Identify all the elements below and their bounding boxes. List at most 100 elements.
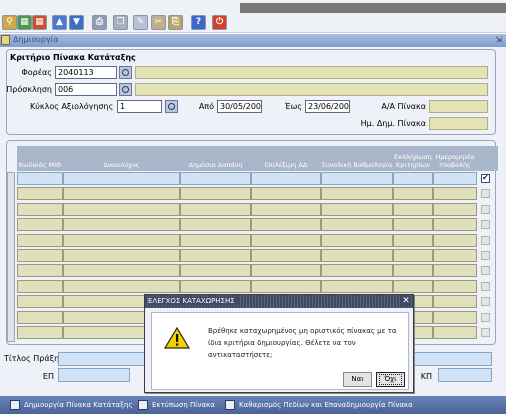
clear-fields-button[interactable]: Καθαρισμός Πεδίων και Επαναδημιουργία Πί… xyxy=(225,399,413,411)
row-checkbox[interactable] xyxy=(481,312,490,322)
grid-cell[interactable] xyxy=(17,187,63,201)
grid-cell[interactable] xyxy=(180,249,251,262)
row-checkbox[interactable] xyxy=(481,189,490,199)
grid-cell[interactable] xyxy=(251,233,321,247)
kyklos-field[interactable]: 1 xyxy=(117,100,162,113)
grid-cell[interactable] xyxy=(433,249,477,262)
row-checkbox[interactable] xyxy=(481,266,490,276)
grid-cell[interactable] xyxy=(433,218,477,232)
print-table-button[interactable]: Εκτύπωση Πίνακα xyxy=(138,399,215,411)
grid-cell[interactable] xyxy=(17,326,63,339)
grid-cell[interactable] xyxy=(393,218,433,232)
prosklisi-lookup-button[interactable] xyxy=(119,83,132,96)
row-checkbox[interactable] xyxy=(481,235,490,245)
grid-cell[interactable] xyxy=(321,233,393,247)
grid-cell[interactable] xyxy=(321,249,393,262)
grid-cell[interactable] xyxy=(433,310,477,324)
grid-cell[interactable] xyxy=(321,279,393,293)
grid-cell[interactable] xyxy=(63,187,180,201)
table-button[interactable]: ▦ xyxy=(32,15,47,30)
grid-cell[interactable] xyxy=(433,172,477,185)
grid-cell[interactable] xyxy=(180,202,251,216)
search-form-button[interactable]: ⚲ xyxy=(2,15,17,30)
arrow-down-button[interactable]: ▼ xyxy=(69,15,84,30)
grid-cell[interactable] xyxy=(393,279,433,293)
grid-cell[interactable] xyxy=(17,310,63,324)
grid-cell[interactable] xyxy=(63,218,180,232)
create-table-button[interactable]: Δημιουργία Πίνακα Κατάταξης xyxy=(10,399,133,411)
grid-cell[interactable] xyxy=(393,187,433,201)
grid-cell[interactable] xyxy=(63,172,180,185)
grid-cell[interactable] xyxy=(63,279,180,293)
grid-cell[interactable] xyxy=(251,172,321,185)
grid-cell[interactable] xyxy=(251,264,321,278)
dialog-close-icon[interactable]: ✕ xyxy=(401,296,411,306)
yes-button[interactable]: Ναι xyxy=(343,372,372,387)
grid-cell[interactable] xyxy=(251,279,321,293)
grid-cell[interactable] xyxy=(63,202,180,216)
grid-cell[interactable] xyxy=(433,187,477,201)
grid-cell[interactable] xyxy=(17,202,63,216)
row-checkbox[interactable] xyxy=(481,251,490,260)
cut-button[interactable]: ✂ xyxy=(151,15,166,30)
grid-cell[interactable] xyxy=(17,233,63,247)
grid-cell[interactable] xyxy=(433,233,477,247)
grid-cell[interactable] xyxy=(321,187,393,201)
no-button[interactable]: Όχι xyxy=(376,372,405,387)
grid-cell[interactable] xyxy=(393,249,433,262)
grid-cell[interactable] xyxy=(180,233,251,247)
help-button[interactable]: ? xyxy=(191,15,206,30)
grid-cell[interactable] xyxy=(180,218,251,232)
grid-cell[interactable] xyxy=(17,295,63,309)
row-checkbox[interactable] xyxy=(481,328,490,337)
grid-cell[interactable] xyxy=(433,202,477,216)
grid-cell[interactable] xyxy=(180,279,251,293)
grid-cell[interactable] xyxy=(17,249,63,262)
foreas-field[interactable]: 2040113 xyxy=(55,66,117,79)
grid-cell[interactable] xyxy=(63,249,180,262)
edit-button[interactable]: ✎ xyxy=(133,15,148,30)
row-checkbox[interactable] xyxy=(481,281,490,291)
grid-cell[interactable] xyxy=(251,218,321,232)
grid-cell[interactable] xyxy=(433,295,477,309)
row-checkbox[interactable] xyxy=(481,220,490,230)
prosklisi-field[interactable]: 006 xyxy=(55,83,117,96)
kyklos-lookup-button[interactable] xyxy=(165,100,178,113)
grid-cell[interactable] xyxy=(251,249,321,262)
exit-button[interactable]: ⏻ xyxy=(212,15,227,30)
copy-button[interactable]: ❐ xyxy=(113,15,128,30)
grid-cell[interactable] xyxy=(433,326,477,339)
grid-cell[interactable] xyxy=(17,264,63,278)
arrow-up-button[interactable]: ▲ xyxy=(52,15,67,30)
grid-cell[interactable] xyxy=(17,172,63,185)
grid-cell[interactable] xyxy=(321,172,393,185)
grid-cell[interactable] xyxy=(63,233,180,247)
grid-cell[interactable] xyxy=(63,264,180,278)
row-checkbox[interactable] xyxy=(481,204,490,214)
print-button[interactable]: ⎙ xyxy=(92,15,107,30)
grid-cell[interactable] xyxy=(321,202,393,216)
grid-cell[interactable] xyxy=(393,264,433,278)
grid-cell[interactable] xyxy=(180,187,251,201)
grid-cell[interactable] xyxy=(433,264,477,278)
grid-cell[interactable] xyxy=(393,202,433,216)
grid-cell[interactable] xyxy=(17,279,63,293)
grid-view-button[interactable]: ▦ xyxy=(17,15,32,30)
grid-cell[interactable] xyxy=(17,218,63,232)
row-checkbox[interactable] xyxy=(481,297,490,307)
grid-cell[interactable] xyxy=(393,233,433,247)
grid-cell[interactable] xyxy=(321,218,393,232)
resize-icon[interactable]: ⇲ xyxy=(495,35,502,44)
row-selector-bar[interactable] xyxy=(7,172,15,342)
foreas-lookup-button[interactable] xyxy=(119,66,132,79)
apo-date-field[interactable]: 30/05/2009 xyxy=(217,100,262,113)
grid-cell[interactable] xyxy=(321,264,393,278)
paste-button[interactable]: ⎘ xyxy=(168,15,183,30)
grid-cell[interactable] xyxy=(393,172,433,185)
row-checkbox[interactable] xyxy=(481,173,490,183)
grid-cell[interactable] xyxy=(251,202,321,216)
grid-cell[interactable] xyxy=(180,172,251,185)
grid-cell[interactable] xyxy=(180,264,251,278)
eos-date-field[interactable]: 23/06/2009 xyxy=(305,100,350,113)
grid-cell[interactable] xyxy=(251,187,321,201)
